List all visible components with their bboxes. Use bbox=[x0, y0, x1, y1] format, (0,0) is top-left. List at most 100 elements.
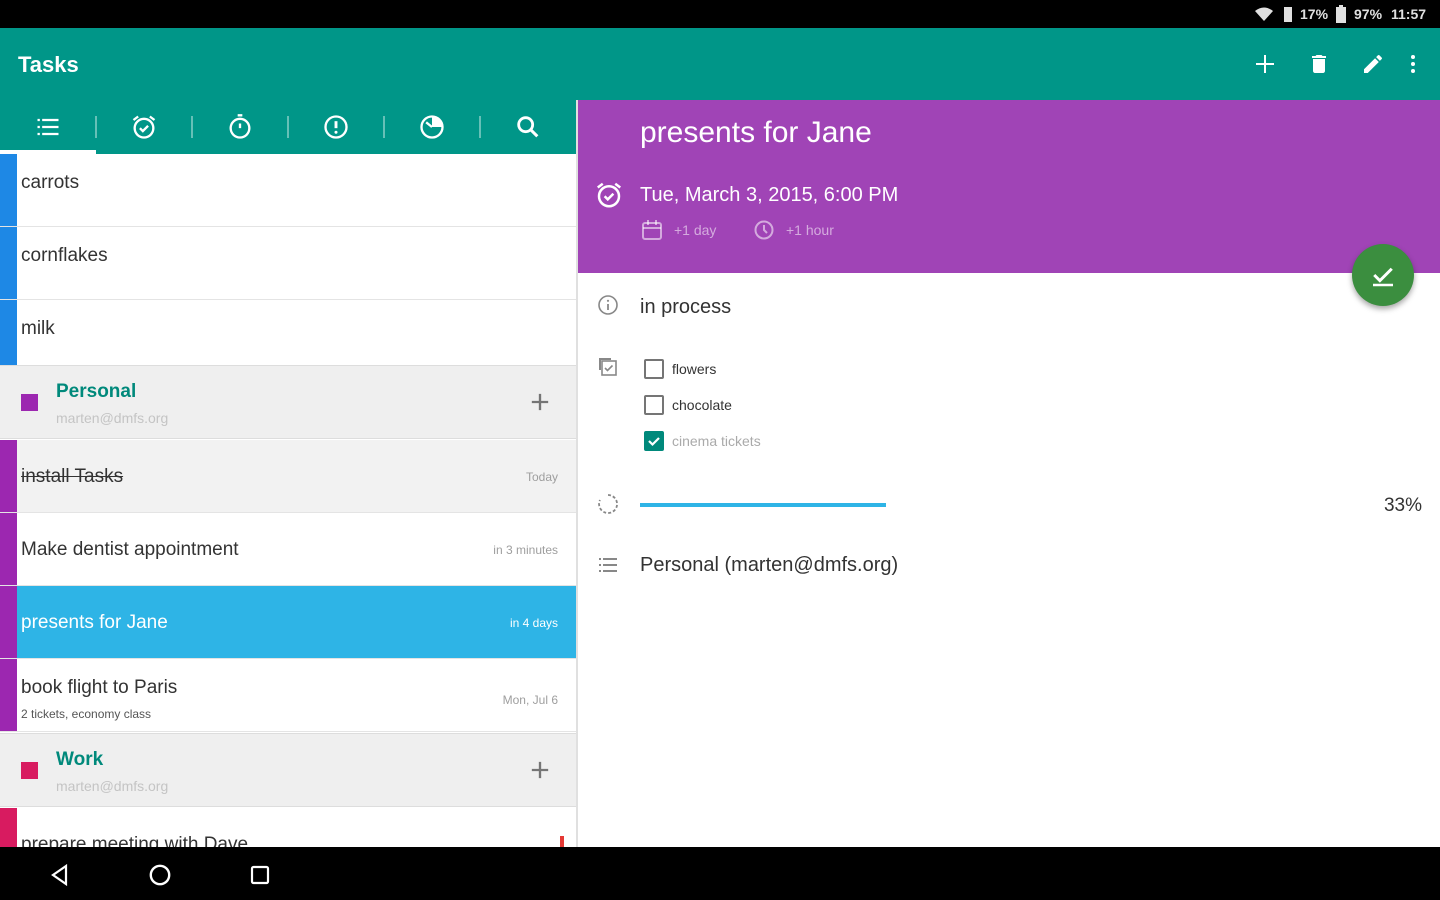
recents-icon bbox=[250, 865, 270, 885]
list-icon bbox=[599, 558, 617, 572]
list-item[interactable]: book flight to Paris 2 tickets, economy … bbox=[0, 659, 576, 732]
battery-icon bbox=[1336, 5, 1346, 23]
list-group-header: Work marten@dmfs.org bbox=[0, 733, 576, 807]
list-item[interactable]: Make dentist appointment in 3 minutes bbox=[0, 513, 576, 586]
calendar-icon bbox=[642, 220, 662, 240]
task-title: milk bbox=[21, 318, 55, 339]
progress-percent: 33% bbox=[1383, 495, 1422, 516]
search-icon bbox=[517, 116, 539, 138]
add-to-group-button[interactable] bbox=[526, 388, 554, 416]
add-hour-button[interactable]: +1 hour bbox=[752, 218, 834, 242]
system-nav-bar bbox=[0, 847, 1440, 900]
edit-icon bbox=[1364, 54, 1383, 73]
clock-icon bbox=[754, 220, 774, 240]
task-list-name[interactable]: Personal (marten@dmfs.org) bbox=[640, 554, 898, 577]
view-tabs bbox=[0, 100, 576, 154]
overflow-menu-button[interactable] bbox=[1397, 48, 1429, 80]
checklist-item-label[interactable]: cinema tickets bbox=[672, 433, 761, 449]
timer-icon bbox=[229, 114, 251, 139]
info-icon bbox=[598, 295, 618, 315]
check-icon bbox=[1373, 267, 1393, 287]
list-color-bar bbox=[0, 659, 17, 731]
group-name: Work bbox=[56, 749, 104, 770]
add-hour-label: +1 hour bbox=[786, 222, 834, 238]
priority-marker bbox=[560, 836, 564, 847]
list-color-bar bbox=[0, 513, 17, 585]
list-item[interactable]: install Tasks Today bbox=[0, 440, 576, 513]
list-item[interactable]: prepare meeting with Dave bbox=[0, 808, 576, 847]
add-task-button[interactable] bbox=[1249, 48, 1281, 80]
task-due-date[interactable]: Tue, March 3, 2015, 6:00 PM bbox=[640, 184, 898, 207]
task-due: in 3 minutes bbox=[493, 543, 558, 557]
list-color-bar bbox=[0, 227, 17, 299]
task-title: presents for Jane bbox=[21, 612, 168, 633]
tab-due[interactable] bbox=[96, 100, 192, 154]
list-color-bar bbox=[0, 440, 17, 512]
task-due: Mon, Jul 6 bbox=[502, 693, 558, 707]
tab-start[interactable] bbox=[192, 100, 288, 154]
more-vert-icon bbox=[1411, 55, 1415, 73]
list-color-bar bbox=[0, 154, 17, 226]
progress-slider[interactable] bbox=[640, 503, 886, 507]
tab-priority[interactable] bbox=[288, 100, 384, 154]
home-button[interactable] bbox=[144, 859, 176, 891]
wifi-icon bbox=[1255, 7, 1273, 21]
home-icon bbox=[149, 864, 171, 886]
priority-icon bbox=[324, 115, 348, 139]
app-bar: Tasks bbox=[0, 28, 1440, 100]
checklist-checkbox[interactable] bbox=[644, 359, 664, 379]
task-status[interactable]: in process bbox=[640, 296, 731, 319]
progress-ring-icon bbox=[598, 494, 618, 514]
list-item[interactable]: carrots bbox=[0, 154, 576, 227]
back-icon bbox=[51, 863, 68, 887]
delete-task-button[interactable] bbox=[1303, 48, 1335, 80]
signal-text: 17% bbox=[1300, 6, 1329, 22]
group-account: marten@dmfs.org bbox=[56, 410, 169, 426]
recents-button[interactable] bbox=[244, 859, 276, 891]
list-group-header: Personal marten@dmfs.org bbox=[0, 365, 576, 439]
add-to-group-button[interactable] bbox=[526, 756, 554, 784]
signal-icon bbox=[1284, 7, 1292, 22]
alarm-icon bbox=[597, 182, 621, 208]
group-color-swatch bbox=[21, 394, 38, 411]
add-icon bbox=[1256, 55, 1274, 73]
task-title: cornflakes bbox=[21, 245, 108, 266]
add-day-label: +1 day bbox=[674, 222, 717, 238]
app-title: Tasks bbox=[18, 52, 79, 77]
group-account: marten@dmfs.org bbox=[56, 778, 169, 794]
group-name: Personal bbox=[56, 381, 137, 402]
task-detail-header: presents for Jane Tue, March 3, 2015, 6:… bbox=[578, 100, 1440, 273]
list-item-selected[interactable]: presents for Jane in 4 days bbox=[0, 586, 576, 659]
list-item[interactable]: milk bbox=[0, 300, 576, 373]
alarm-check-icon bbox=[132, 115, 156, 139]
task-detail-body: in process flowers chocolate cinema tick… bbox=[578, 273, 1440, 847]
status-bar: 17% 97% 11:57 bbox=[0, 0, 1440, 28]
checklist-item-label[interactable]: flowers bbox=[672, 361, 716, 377]
task-due: Today bbox=[525, 470, 558, 484]
task-title: book flight to Paris bbox=[21, 677, 178, 698]
checklist-checkbox[interactable] bbox=[644, 395, 664, 415]
check-mark-icon bbox=[648, 437, 660, 447]
list-item[interactable]: cornflakes bbox=[0, 227, 576, 300]
complete-task-button[interactable] bbox=[1352, 244, 1414, 306]
task-title: Make dentist appointment bbox=[21, 539, 239, 560]
task-list: carrots cornflakes milk Personal marten@… bbox=[0, 154, 576, 847]
task-title: prepare meeting with Dave bbox=[21, 834, 249, 847]
task-detail-title: presents for Jane bbox=[640, 116, 872, 149]
checklist-item-label[interactable]: chocolate bbox=[672, 397, 732, 413]
tab-progress[interactable] bbox=[384, 100, 480, 154]
list-icon bbox=[37, 118, 59, 136]
list-color-bar bbox=[0, 808, 17, 847]
tab-all-lists[interactable] bbox=[0, 100, 96, 154]
task-due: in 4 days bbox=[509, 616, 558, 630]
list-color-bar bbox=[0, 300, 17, 372]
add-day-button[interactable]: +1 day bbox=[640, 218, 716, 242]
back-button[interactable] bbox=[44, 859, 76, 891]
checklist-checkbox-checked[interactable] bbox=[644, 431, 664, 451]
battery-text: 97% bbox=[1354, 6, 1383, 22]
task-subtitle: 2 tickets, economy class bbox=[21, 707, 152, 721]
task-title: install Tasks bbox=[21, 466, 124, 487]
edit-task-button[interactable] bbox=[1357, 48, 1389, 80]
group-color-swatch bbox=[21, 762, 38, 779]
tab-search[interactable] bbox=[480, 100, 576, 154]
